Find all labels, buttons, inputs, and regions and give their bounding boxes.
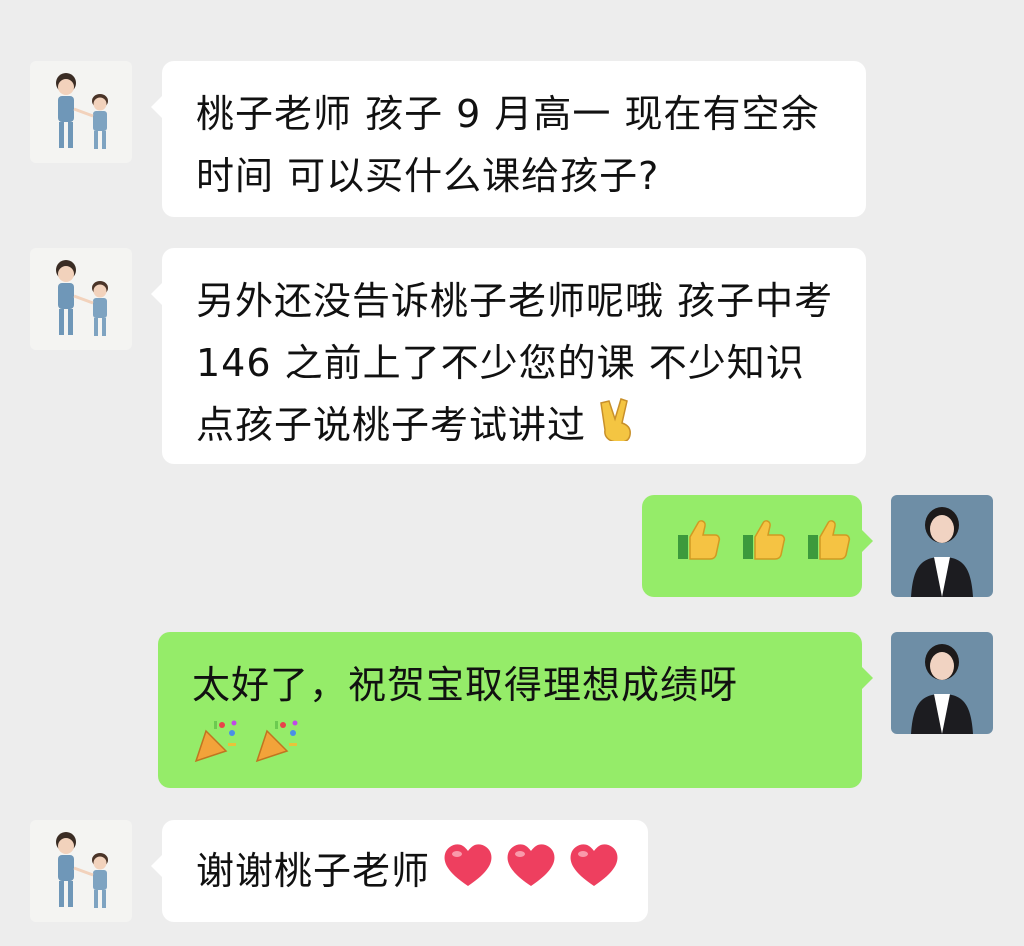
party-popper-icon bbox=[253, 717, 301, 783]
message-text: 桃子老师 孩子 9 月高一 现在有空余时间 可以买什么课给孩子? bbox=[196, 92, 820, 198]
message-bubble[interactable] bbox=[642, 495, 873, 597]
parent-avatar[interactable] bbox=[30, 61, 132, 163]
message-bubble[interactable]: 另外还没告诉桃子老师呢哦 孩子中考 146 之前上了不少您的课 不少知识点孩子说… bbox=[151, 248, 866, 464]
message-bubble[interactable]: 谢谢桃子老师 bbox=[151, 820, 648, 922]
red-heart-icon bbox=[506, 842, 556, 906]
thumbs-up-icon bbox=[804, 513, 856, 583]
party-popper-icon bbox=[192, 717, 240, 783]
teacher-avatar-icon bbox=[911, 644, 973, 734]
parent-avatar[interactable] bbox=[30, 248, 132, 350]
thumbs-up-icon bbox=[674, 513, 726, 583]
message-bubble[interactable]: 太好了，祝贺宝取得理想成绩呀 bbox=[158, 632, 873, 788]
message-text: 另外还没告诉桃子老师呢哦 孩子中考 146 之前上了不少您的课 不少知识点孩子说… bbox=[196, 279, 834, 447]
victory-hand-icon bbox=[599, 397, 639, 459]
red-heart-icon bbox=[443, 842, 493, 906]
parent-avatar[interactable] bbox=[30, 820, 132, 922]
teacher-avatar-icon bbox=[911, 507, 973, 597]
teacher-avatar[interactable] bbox=[891, 495, 993, 597]
teacher-avatar[interactable] bbox=[891, 632, 993, 734]
thumbs-up-icon bbox=[739, 513, 791, 583]
red-heart-icon bbox=[569, 842, 619, 906]
message-text: 太好了，祝贺宝取得理想成绩呀 bbox=[192, 663, 739, 707]
message-text: 谢谢桃子老师 bbox=[196, 849, 431, 893]
children-avatar-icon bbox=[56, 73, 108, 149]
message-bubble[interactable]: 桃子老师 孩子 9 月高一 现在有空余时间 可以买什么课给孩子? bbox=[151, 61, 866, 217]
children-avatar-icon bbox=[56, 260, 108, 336]
children-avatar-icon bbox=[56, 832, 108, 908]
